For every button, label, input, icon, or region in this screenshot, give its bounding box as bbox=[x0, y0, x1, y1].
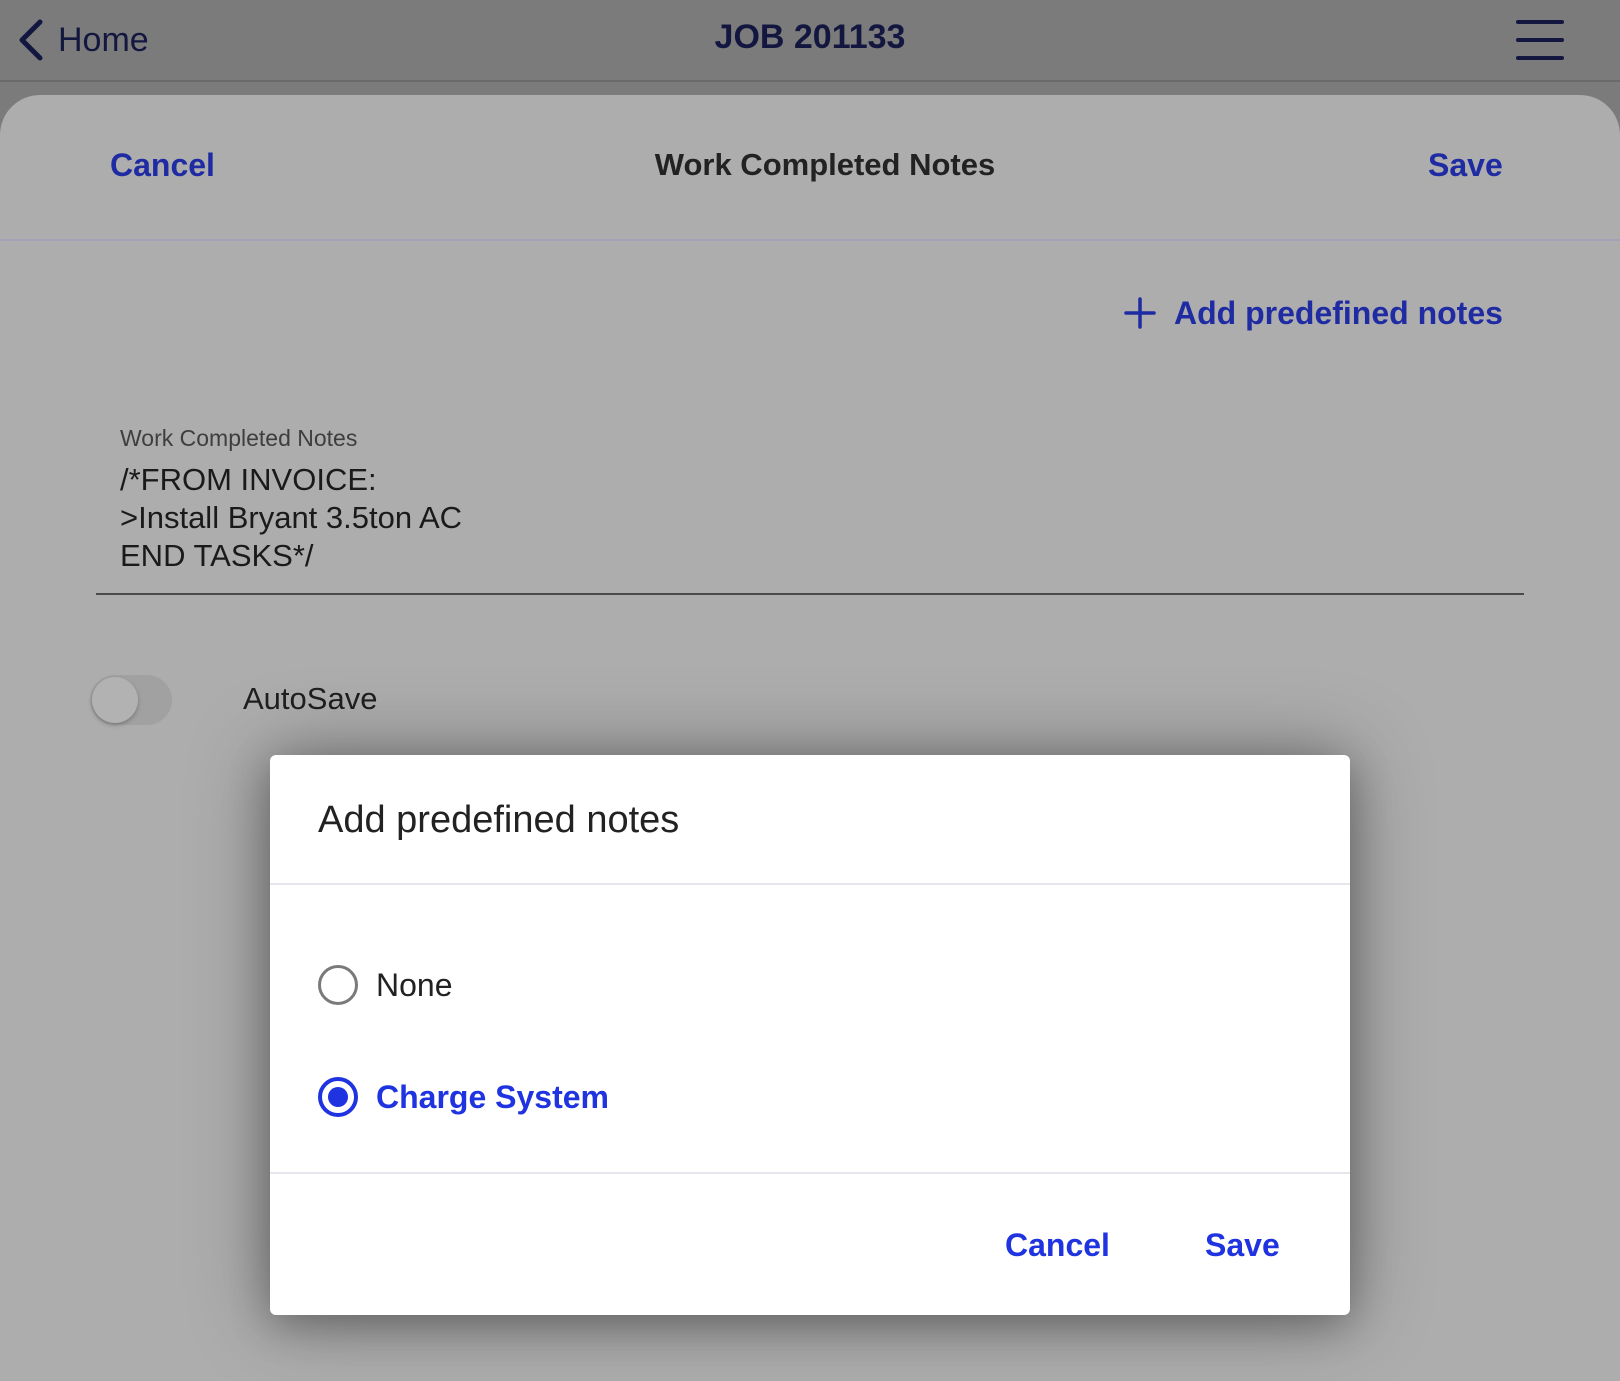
dialog-save-button[interactable]: Save bbox=[1205, 1227, 1280, 1264]
dialog-header-divider bbox=[270, 883, 1350, 885]
radio-unchecked-icon[interactable] bbox=[318, 965, 358, 1005]
autosave-label: AutoSave bbox=[243, 681, 378, 716]
job-title: JOB 201133 bbox=[714, 18, 906, 56]
option-charge-system-label: Charge System bbox=[376, 1078, 609, 1115]
top-nav-bar: Home JOB 201133 bbox=[0, 0, 1620, 82]
notes-field-label: Work Completed Notes bbox=[120, 425, 358, 451]
option-none[interactable]: None bbox=[318, 963, 453, 1007]
sheet-save-button[interactable]: Save bbox=[1428, 147, 1503, 184]
dialog-footer-divider bbox=[270, 1172, 1350, 1174]
work-completed-notes-field[interactable]: Work Completed Notes /*FROM INVOICE: >In… bbox=[96, 425, 1524, 595]
add-predefined-notes-label: Add predefined notes bbox=[1174, 294, 1503, 331]
toggle-knob bbox=[92, 677, 138, 723]
sheet-header: Cancel Work Completed Notes Save bbox=[0, 95, 1620, 241]
hamburger-menu-icon[interactable] bbox=[1516, 18, 1564, 62]
add-predefined-notes-button[interactable]: Add predefined notes bbox=[1124, 291, 1503, 335]
dialog-cancel-button[interactable]: Cancel bbox=[1005, 1227, 1110, 1264]
dialog-title: Add predefined notes bbox=[318, 799, 680, 841]
option-none-label: None bbox=[376, 966, 453, 1003]
app-root: Home JOB 201133 Cancel Work Completed No… bbox=[0, 0, 1620, 1381]
plus-icon bbox=[1124, 297, 1156, 329]
sheet-title: Work Completed Notes bbox=[654, 147, 996, 182]
option-charge-system[interactable]: Charge System bbox=[318, 1075, 609, 1119]
autosave-toggle[interactable] bbox=[90, 675, 172, 725]
radio-checked-icon[interactable] bbox=[318, 1077, 358, 1117]
notes-field-value[interactable]: /*FROM INVOICE: >Install Bryant 3.5ton A… bbox=[120, 461, 462, 575]
add-predefined-notes-dialog: Add predefined notes None Charge System … bbox=[270, 755, 1350, 1315]
